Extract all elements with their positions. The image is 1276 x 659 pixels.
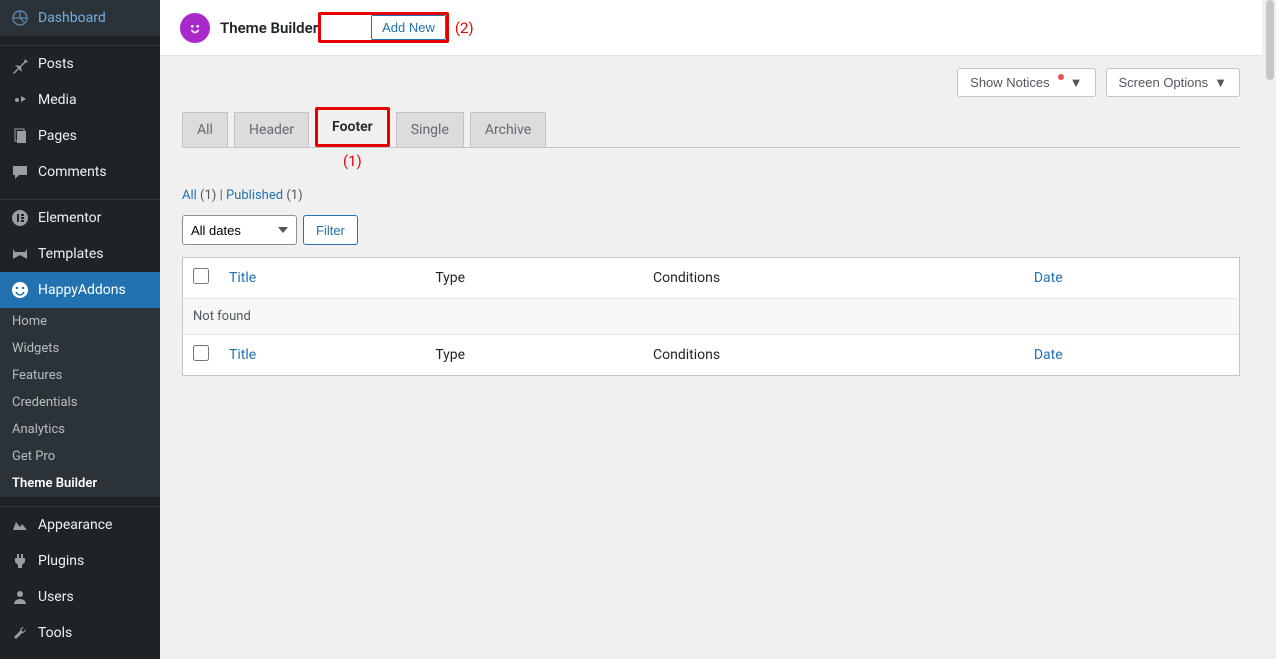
pages-icon — [10, 126, 30, 146]
sidebar-item-templates[interactable]: Templates — [0, 236, 160, 272]
happy-icon — [10, 280, 30, 300]
sidebar-item-label: Pages — [38, 128, 77, 144]
date-filter-select[interactable]: All dates — [182, 215, 297, 245]
not-found-text: Not found — [183, 299, 1240, 335]
caret-down-icon: ▼ — [1214, 75, 1227, 90]
annotation-box-1: Footer — [315, 107, 390, 147]
show-notices-label: Show Notices — [970, 75, 1049, 90]
sidebar-item-elementor[interactable]: Elementor — [0, 200, 160, 236]
submenu-item-getpro[interactable]: Get Pro — [0, 443, 160, 470]
col-date[interactable]: Date — [1034, 270, 1063, 286]
main-content: Theme Builder Add New (2) Show Notices ▼… — [160, 0, 1276, 659]
sidebar-item-label: HappyAddons — [38, 282, 126, 298]
col-conditions: Conditions — [643, 258, 1024, 299]
brand-icon — [180, 13, 210, 43]
comments-icon — [10, 162, 30, 182]
sidebar-item-label: Templates — [38, 246, 104, 262]
plugins-icon — [10, 551, 30, 571]
col-date-footer[interactable]: Date — [1034, 347, 1063, 363]
tab-archive[interactable]: Archive — [470, 112, 546, 147]
sidebar-item-label: Comments — [38, 164, 107, 180]
submenu-item-analytics[interactable]: Analytics — [0, 416, 160, 443]
col-type-footer: Type — [425, 335, 643, 376]
sidebar-item-label: Media — [38, 92, 77, 108]
tools-icon — [10, 623, 30, 643]
caret-down-icon: ▼ — [1070, 75, 1083, 90]
filter-all-link[interactable]: All — [182, 188, 197, 203]
sidebar-item-users[interactable]: Users — [0, 579, 160, 615]
col-title-footer[interactable]: Title — [229, 347, 256, 363]
filter-all-count: (1) — [200, 188, 216, 203]
sidebar-item-label: Plugins — [38, 553, 84, 569]
dashboard-icon — [10, 8, 30, 28]
elementor-icon — [10, 208, 30, 228]
show-notices-button[interactable]: Show Notices ▼ — [957, 68, 1095, 97]
scrollbar[interactable] — [1266, 0, 1274, 80]
sidebar-item-label: Elementor — [38, 210, 101, 226]
templates-table: Title Type Conditions Date Not found — [182, 257, 1240, 376]
tab-single[interactable]: Single — [396, 112, 464, 147]
screen-options-button[interactable]: Screen Options ▼ — [1106, 68, 1240, 97]
tab-all[interactable]: All — [182, 112, 228, 147]
submenu-item-credentials[interactable]: Credentials — [0, 389, 160, 416]
page-header: Theme Builder Add New (2) — [160, 0, 1262, 56]
submenu-item-home[interactable]: Home — [0, 308, 160, 335]
submenu-item-features[interactable]: Features — [0, 362, 160, 389]
appearance-icon — [10, 515, 30, 535]
notice-dot-icon — [1058, 74, 1064, 80]
col-title[interactable]: Title — [229, 270, 256, 286]
sidebar-item-label: Dashboard — [38, 10, 106, 26]
media-icon — [10, 90, 30, 110]
sidebar-item-label: Posts — [38, 56, 74, 72]
page-title: Theme Builder — [220, 19, 318, 37]
filter-row: All dates Filter — [182, 215, 1240, 245]
top-actions: Show Notices ▼ Screen Options ▼ — [160, 56, 1262, 97]
table-row-empty: Not found — [183, 299, 1240, 335]
sidebar-item-comments[interactable]: Comments — [0, 154, 160, 190]
status-filter-links: All (1) | Published (1) — [182, 188, 1240, 203]
sidebar-item-dashboard[interactable]: Dashboard — [0, 0, 160, 36]
submenu-item-widgets[interactable]: Widgets — [0, 335, 160, 362]
filter-button[interactable]: Filter — [303, 215, 358, 245]
col-conditions-footer: Conditions — [643, 335, 1024, 376]
sidebar-item-tools[interactable]: Tools — [0, 615, 160, 651]
submenu-item-theme-builder[interactable]: Theme Builder — [0, 470, 160, 497]
tab-footer[interactable]: Footer — [318, 110, 387, 144]
sidebar-item-label: Tools — [38, 625, 72, 641]
sidebar-item-pages[interactable]: Pages — [0, 118, 160, 154]
pin-icon — [10, 54, 30, 74]
users-icon — [10, 587, 30, 607]
annotation-label-2: (2) — [455, 19, 474, 37]
filter-published-count: (1) — [286, 188, 302, 203]
tabs: All Header Footer (1) Single Archive — [182, 107, 1240, 148]
admin-sidebar: Dashboard Posts Media Pages Comments Ele… — [0, 0, 160, 659]
sidebar-item-media[interactable]: Media — [0, 82, 160, 118]
sidebar-item-label: Appearance — [38, 517, 112, 533]
select-all-checkbox-footer[interactable] — [193, 345, 209, 361]
tab-header[interactable]: Header — [234, 112, 309, 147]
sidebar-item-plugins[interactable]: Plugins — [0, 543, 160, 579]
annotation-box-2: Add New — [318, 12, 449, 43]
templates-icon — [10, 244, 30, 264]
filter-published-link[interactable]: Published — [226, 188, 283, 203]
screen-options-label: Screen Options — [1119, 75, 1209, 90]
sidebar-item-appearance[interactable]: Appearance — [0, 507, 160, 543]
annotation-label-1: (1) — [343, 152, 362, 170]
sidebar-submenu: Home Widgets Features Credentials Analyt… — [0, 308, 160, 497]
sidebar-item-happyaddons[interactable]: HappyAddons — [0, 272, 160, 308]
select-all-checkbox[interactable] — [193, 268, 209, 284]
sidebar-item-label: Users — [38, 589, 74, 605]
sidebar-item-posts[interactable]: Posts — [0, 46, 160, 82]
col-type: Type — [425, 258, 643, 299]
add-new-button[interactable]: Add New — [371, 15, 446, 40]
